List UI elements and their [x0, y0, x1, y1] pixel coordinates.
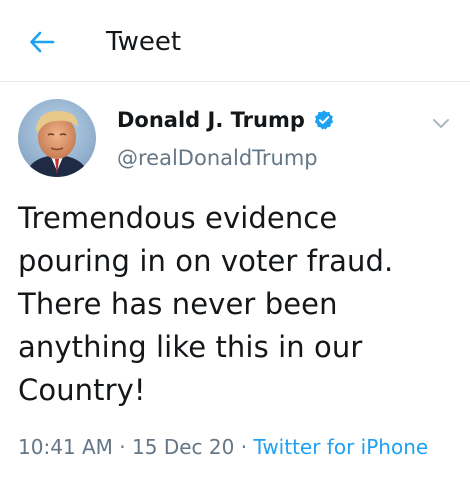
chevron-down-icon: [433, 119, 449, 128]
verified-badge-icon: [314, 110, 334, 130]
tweet-source-link[interactable]: Twitter for iPhone: [253, 435, 428, 459]
arrow-left-icon: [30, 31, 55, 53]
top-bar: Tweet: [0, 0, 470, 82]
author-handle[interactable]: @realDonaldTrump: [117, 143, 318, 173]
page-title: Tweet: [106, 27, 182, 57]
tweet-date: 15 Dec 20: [132, 435, 235, 459]
tweet-text: Tremendous evidence pouring in on voter …: [18, 201, 394, 407]
avatar[interactable]: [18, 99, 96, 177]
tweet-time: 10:41 AM: [18, 435, 113, 459]
more-options-button[interactable]: [428, 110, 454, 136]
author-name: Donald J. Trump: [117, 108, 305, 132]
meta-separator: ·: [240, 435, 248, 459]
profile-photo: [18, 99, 96, 177]
tweet-meta: 10:41 AM · 15 Dec 20 · Twitter for iPhon…: [18, 432, 428, 462]
author-name-row[interactable]: Donald J. Trump: [117, 105, 335, 135]
back-button[interactable]: [24, 24, 60, 60]
tweet-detail-screen: Tweet Donald J. Trump @realDonaldTrump T…: [0, 0, 470, 500]
meta-separator: ·: [119, 435, 126, 459]
